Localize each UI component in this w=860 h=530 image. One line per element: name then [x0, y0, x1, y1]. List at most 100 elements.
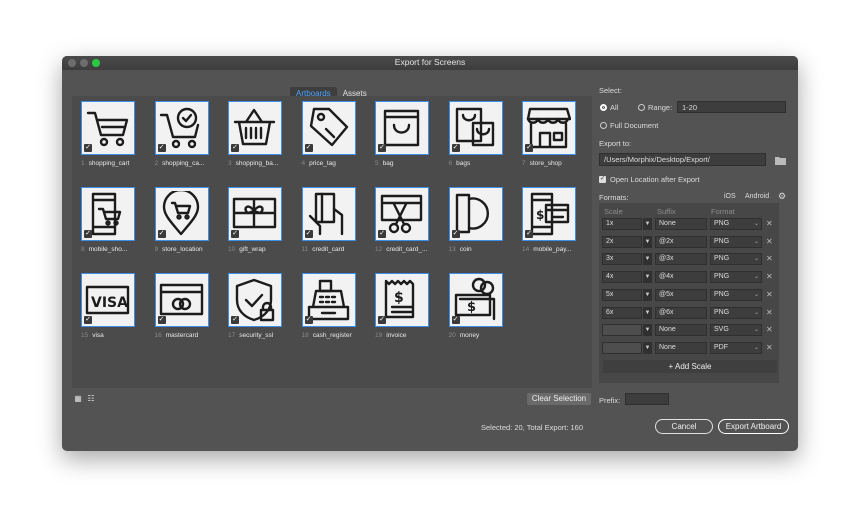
artboard-checkbox[interactable]: ✓ — [525, 230, 533, 238]
artboard-checkbox[interactable]: ✓ — [451, 316, 460, 324]
select-label: Select: — [599, 86, 622, 95]
artboard-checkbox[interactable]: ✓ — [525, 144, 533, 152]
chevron-down-icon[interactable]: ⌄ — [754, 324, 759, 336]
suffix-input[interactable]: @5x — [655, 288, 707, 301]
suffix-input[interactable]: @3x — [655, 253, 707, 266]
artboard-thumbnail[interactable]: ✓ — [154, 187, 209, 241]
artboard-thumbnail[interactable]: ✓ — [154, 273, 209, 327]
artboard-thumbnail[interactable]: ✓ — [301, 101, 356, 155]
scale-select[interactable]: 1x — [602, 218, 642, 230]
scale-select[interactable]: 5x — [602, 288, 642, 301]
artboard-thumbnail[interactable]: $ ✓ — [522, 187, 576, 241]
chevron-down-icon[interactable]: ⌄ — [754, 342, 759, 354]
scale-select[interactable]: 4x — [602, 271, 642, 284]
artboard-checkbox[interactable]: ✓ — [84, 144, 92, 152]
artboard-thumbnail[interactable]: ✓ — [522, 101, 576, 155]
artboard-checkbox[interactable]: ✓ — [304, 316, 313, 324]
grid-view-icon[interactable]: ▦ — [73, 394, 83, 404]
cancel-button[interactable]: Cancel — [655, 419, 713, 434]
folder-icon[interactable] — [775, 156, 786, 165]
remove-scale-icon[interactable]: ✕ — [766, 218, 773, 230]
chevron-down-icon[interactable]: ⌄ — [754, 218, 759, 230]
chevron-down-icon[interactable]: ⌄ — [754, 253, 759, 265]
artboard-checkbox[interactable]: ✓ — [378, 316, 386, 324]
gear-icon[interactable]: ⚙ — [778, 191, 786, 202]
chevron-down-icon[interactable]: ▼ — [643, 306, 652, 319]
artboard-thumbnail[interactable]: ✓ — [228, 187, 282, 241]
list-view-icon[interactable]: ☷ — [86, 394, 96, 404]
chevron-down-icon[interactable]: ⌄ — [754, 307, 759, 319]
android-preset-button[interactable]: Android — [745, 193, 769, 200]
export-path-field[interactable]: /Users/Morphix/Desktop/Export/ — [599, 153, 766, 166]
prefix-input[interactable] — [625, 393, 669, 405]
artboard-checkbox[interactable]: ✓ — [84, 316, 92, 324]
suffix-input[interactable]: @2x — [655, 235, 707, 248]
select-range-radio[interactable] — [638, 104, 645, 111]
artboard-checkbox[interactable]: ✓ — [304, 230, 313, 238]
chevron-down-icon[interactable]: ▼ — [643, 218, 652, 230]
artboard-thumbnail[interactable]: ✓ — [375, 101, 429, 155]
artboard-thumbnail[interactable]: VISA ✓ — [81, 273, 135, 327]
artboard-checkbox[interactable]: ✓ — [84, 230, 92, 238]
remove-scale-icon[interactable]: ✕ — [766, 236, 773, 248]
artboard-thumbnail[interactable]: $ ✓ — [375, 273, 429, 327]
artboard-thumbnail[interactable]: $ ✓ — [448, 273, 503, 327]
artboard-checkbox[interactable]: ✓ — [378, 144, 386, 152]
suffix-input[interactable]: @6x — [655, 306, 707, 319]
select-all-radio[interactable] — [600, 104, 607, 111]
artboard-checkbox[interactable]: ✓ — [231, 230, 239, 238]
remove-scale-icon[interactable]: ✕ — [766, 324, 773, 336]
scale-select[interactable]: 2x — [602, 235, 642, 248]
remove-scale-icon[interactable]: ✕ — [766, 271, 773, 283]
artboard-checkbox[interactable]: ✓ — [157, 316, 166, 324]
full-document-radio[interactable] — [600, 122, 607, 129]
artboard-thumbnail[interactable]: ✓ — [228, 273, 282, 327]
export-artboard-button[interactable]: Export Artboard — [718, 419, 789, 434]
range-input[interactable]: 1-20 — [677, 101, 786, 113]
artboard-name: cash_register — [312, 332, 352, 339]
chevron-down-icon[interactable]: ⌄ — [754, 236, 759, 248]
suffix-input[interactable]: None — [655, 324, 707, 337]
chevron-down-icon[interactable]: ▼ — [643, 235, 652, 248]
open-location-checkbox[interactable]: ✓ — [599, 176, 606, 183]
chevron-down-icon[interactable]: ▼ — [643, 271, 652, 284]
artboard-thumbnail[interactable]: ✓ — [301, 273, 356, 327]
remove-scale-icon[interactable]: ✕ — [766, 307, 773, 319]
suffix-input[interactable]: @4x — [655, 271, 707, 284]
artboard-checkbox[interactable]: ✓ — [451, 230, 460, 238]
artboard-thumbnail[interactable]: ✓ — [228, 101, 282, 155]
artboard-thumbnail[interactable]: ✓ — [448, 187, 503, 241]
scale-select[interactable]: 6x — [602, 306, 642, 319]
artboard-number: 9 — [154, 246, 159, 253]
artboard-checkbox[interactable]: ✓ — [157, 144, 166, 152]
clear-selection-button[interactable]: Clear Selection — [527, 393, 591, 405]
chevron-down-icon[interactable]: ▼ — [643, 253, 652, 266]
scale-select[interactable] — [602, 324, 642, 337]
artboard-checkbox[interactable]: ✓ — [231, 316, 239, 324]
artboard-checkbox[interactable]: ✓ — [304, 144, 313, 152]
chevron-down-icon[interactable]: ▼ — [643, 324, 652, 337]
scale-select[interactable]: 3x — [602, 253, 642, 266]
artboard-thumbnail[interactable]: ✓ — [375, 187, 429, 241]
artboard-thumbnail[interactable]: ✓ — [154, 101, 209, 155]
artboard-thumbnail[interactable]: ✓ — [81, 187, 135, 241]
chevron-down-icon[interactable]: ▼ — [643, 341, 652, 354]
suffix-input[interactable]: None — [655, 341, 707, 354]
chevron-down-icon[interactable]: ▼ — [643, 288, 652, 301]
remove-scale-icon[interactable]: ✕ — [766, 253, 773, 265]
suffix-input[interactable]: None — [655, 218, 707, 230]
add-scale-button[interactable]: + Add Scale — [603, 360, 777, 373]
scale-select[interactable] — [602, 341, 642, 354]
chevron-down-icon[interactable]: ⌄ — [754, 271, 759, 283]
ios-preset-button[interactable]: iOS — [724, 193, 736, 200]
artboard-checkbox[interactable]: ✓ — [451, 144, 460, 152]
artboard-checkbox[interactable]: ✓ — [157, 230, 166, 238]
artboard-checkbox[interactable]: ✓ — [378, 230, 386, 238]
chevron-down-icon[interactable]: ⌄ — [754, 289, 759, 301]
remove-scale-icon[interactable]: ✕ — [766, 342, 773, 354]
artboard-thumbnail[interactable]: ✓ — [81, 101, 135, 155]
remove-scale-icon[interactable]: ✕ — [766, 289, 773, 301]
artboard-thumbnail[interactable]: ✓ — [448, 101, 503, 155]
artboard-checkbox[interactable]: ✓ — [231, 144, 239, 152]
artboard-thumbnail[interactable]: ✓ — [301, 187, 356, 241]
